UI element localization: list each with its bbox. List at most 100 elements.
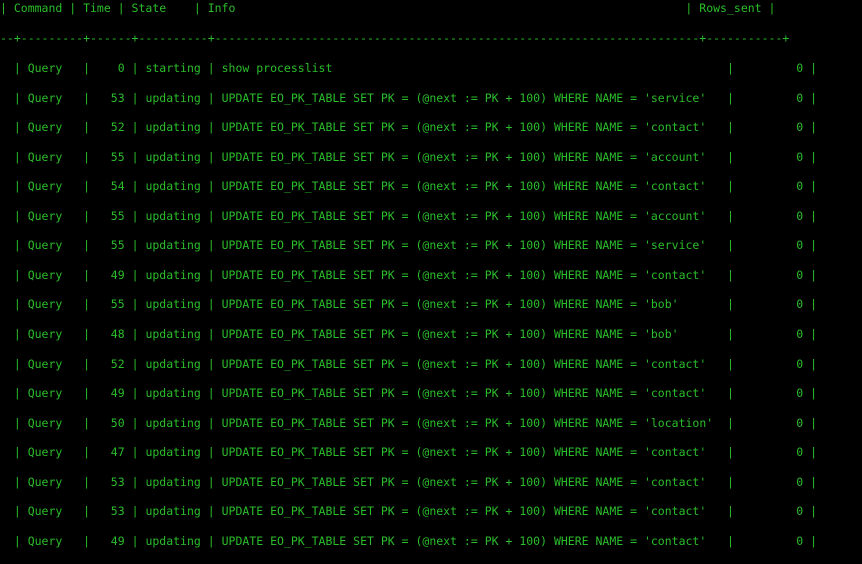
row-time: 50	[96, 415, 125, 430]
row-state: updating	[145, 297, 201, 312]
table-row: | Query | 55 | updating | UPDATE EO_PK_T…	[0, 149, 818, 164]
row-info: UPDATE EO_PK_TABLE SET PK = (@next := PK…	[221, 297, 721, 312]
row-command: Query	[27, 356, 77, 371]
row-state: updating	[145, 120, 201, 135]
row-time: 55	[96, 149, 125, 164]
row-rows-sent: 0	[740, 179, 804, 194]
row-rows-sent: 0	[740, 415, 804, 430]
table-row: | Query | 48 | updating | UPDATE EO_PK_T…	[0, 326, 818, 341]
row-time: 54	[96, 179, 125, 194]
table-row: | Query | 55 | updating | UPDATE EO_PK_T…	[0, 208, 818, 223]
row-rows-sent: 0	[740, 120, 804, 135]
row-state: updating	[145, 238, 201, 253]
row-state: updating	[145, 149, 201, 164]
row-rows-sent: 0	[740, 504, 804, 519]
row-info: UPDATE EO_PK_TABLE SET PK = (@next := PK…	[221, 208, 721, 223]
row-command: Query	[27, 533, 77, 548]
row-command: Query	[27, 504, 77, 519]
table-row: | Query | 49 | updating | UPDATE EO_PK_T…	[0, 533, 818, 548]
table-row: | Query | 55 | updating | UPDATE EO_PK_T…	[0, 297, 818, 312]
row-rows-sent: 0	[740, 533, 804, 548]
row-command: Query	[27, 149, 77, 164]
row-state: updating	[145, 267, 201, 282]
row-time: 55	[96, 208, 125, 223]
row-info: show processlist	[221, 61, 721, 75]
row-state: updating	[145, 474, 201, 489]
row-state: updating	[145, 90, 201, 105]
table-header: | Command | Time | State | Info | Rows_s…	[0, 1, 776, 15]
row-rows-sent: 0	[740, 208, 804, 223]
table-separator: --+---------+------+----------+---------…	[0, 31, 790, 45]
row-time: 55	[96, 238, 125, 253]
row-rows-sent: 0	[740, 445, 804, 460]
row-rows-sent: 0	[740, 297, 804, 312]
row-command: Query	[27, 386, 77, 401]
row-command: Query	[27, 90, 77, 105]
row-state: updating	[145, 445, 201, 460]
row-command: Query	[27, 120, 77, 135]
row-rows-sent: 0	[740, 474, 804, 489]
row-info: UPDATE EO_PK_TABLE SET PK = (@next := PK…	[221, 415, 721, 430]
table-row: | Query | 50 | updating | UPDATE EO_PK_T…	[0, 415, 818, 430]
row-rows-sent: 0	[740, 267, 804, 282]
table-row: | Query | 49 | updating | UPDATE EO_PK_T…	[0, 386, 818, 401]
row-info: UPDATE EO_PK_TABLE SET PK = (@next := PK…	[221, 120, 721, 135]
row-time: 52	[96, 120, 125, 135]
row-state: updating	[145, 415, 201, 430]
row-info: UPDATE EO_PK_TABLE SET PK = (@next := PK…	[221, 474, 721, 489]
row-info: UPDATE EO_PK_TABLE SET PK = (@next := PK…	[221, 238, 721, 253]
row-state: updating	[145, 326, 201, 341]
row-command: Query	[27, 445, 77, 460]
row-state: updating	[145, 386, 201, 401]
terminal-window[interactable]: | Command | Time | State | Info | Rows_s…	[0, 0, 862, 564]
row-state: updating	[145, 504, 201, 519]
row-time: 53	[96, 504, 125, 519]
row-rows-sent: 0	[740, 149, 804, 164]
row-time: 53	[96, 474, 125, 489]
row-command: Query	[27, 297, 77, 312]
row-rows-sent: 0	[740, 386, 804, 401]
row-command: Query	[27, 326, 77, 341]
row-time: 47	[96, 445, 125, 460]
row-command: Query	[27, 179, 77, 194]
row-rows-sent: 0	[740, 326, 804, 341]
table-row: | Query | 53 | updating | UPDATE EO_PK_T…	[0, 474, 818, 489]
row-time: 53	[96, 90, 125, 105]
row-time: 49	[96, 386, 125, 401]
row-command: Query	[27, 208, 77, 223]
row-command: Query	[27, 267, 77, 282]
row-command: Query	[27, 474, 77, 489]
row-info: UPDATE EO_PK_TABLE SET PK = (@next := PK…	[221, 386, 721, 401]
row-info: UPDATE EO_PK_TABLE SET PK = (@next := PK…	[221, 179, 721, 194]
table-row: | Query | 55 | updating | UPDATE EO_PK_T…	[0, 238, 818, 253]
table-row: | Query | 52 | updating | UPDATE EO_PK_T…	[0, 356, 818, 371]
table-row: | Query | 49 | updating | UPDATE EO_PK_T…	[0, 267, 818, 282]
table-row: | Query | 47 | updating | UPDATE EO_PK_T…	[0, 445, 818, 460]
row-time: 49	[96, 533, 125, 548]
row-state: starting	[145, 61, 201, 75]
row-time: 49	[96, 267, 125, 282]
row-info: UPDATE EO_PK_TABLE SET PK = (@next := PK…	[221, 504, 721, 519]
row-rows-sent: 0	[740, 238, 804, 253]
row-info: UPDATE EO_PK_TABLE SET PK = (@next := PK…	[221, 533, 721, 548]
row-rows-sent: 0	[740, 90, 804, 105]
row-command: Query	[27, 238, 77, 253]
row-time: 55	[96, 297, 125, 312]
table-row: | Query | 52 | updating | UPDATE EO_PK_T…	[0, 120, 818, 135]
row-info: UPDATE EO_PK_TABLE SET PK = (@next := PK…	[221, 149, 721, 164]
row-info: UPDATE EO_PK_TABLE SET PK = (@next := PK…	[221, 326, 721, 341]
table-row: | Query | 0 | starting | show processlis…	[0, 61, 818, 75]
row-command: Query	[27, 415, 77, 430]
row-rows-sent: 0	[740, 61, 804, 75]
table-row: | Query | 54 | updating | UPDATE EO_PK_T…	[0, 179, 818, 194]
table-row: | Query | 53 | updating | UPDATE EO_PK_T…	[0, 504, 818, 519]
row-state: updating	[145, 179, 201, 194]
row-time: 52	[96, 356, 125, 371]
row-state: updating	[145, 356, 201, 371]
table-row: | Query | 53 | updating | UPDATE EO_PK_T…	[0, 90, 818, 105]
row-info: UPDATE EO_PK_TABLE SET PK = (@next := PK…	[221, 90, 721, 105]
row-info: UPDATE EO_PK_TABLE SET PK = (@next := PK…	[221, 356, 721, 371]
row-time: 0	[96, 61, 125, 75]
row-state: updating	[145, 208, 201, 223]
row-time: 48	[96, 326, 125, 341]
